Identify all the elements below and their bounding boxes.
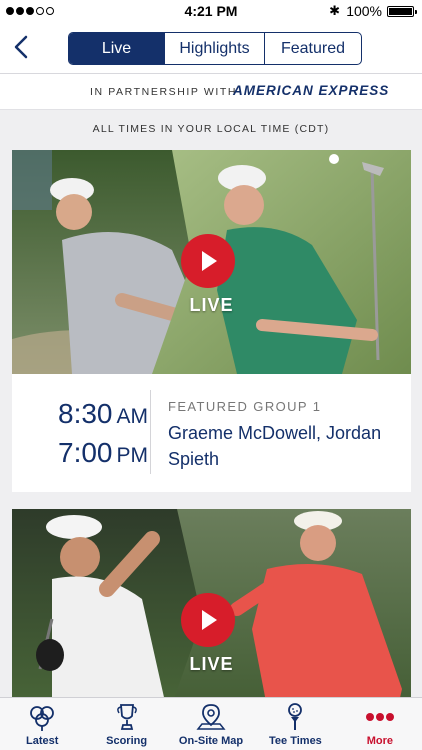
live-label: LIVE [189, 654, 234, 674]
time-alt: 7:00 PM [58, 437, 148, 468]
time-local: 8:30 AM [58, 398, 148, 429]
featured-group-card[interactable]: LIVE 8:30 AM 7:00 PM FEATURED GROUP 1 Grae… [12, 150, 411, 492]
play-button[interactable] [181, 593, 235, 647]
partnership-banner: IN PARTNERSHIP WITH AMERICAN EXPRESS [0, 74, 422, 110]
tab-latest[interactable]: Latest [0, 698, 84, 750]
video-thumbnail[interactable]: LIVE [12, 509, 411, 699]
group-players: Graeme McDowell, Jordan Spieth [168, 423, 382, 469]
tab-label: More [366, 735, 393, 747]
tab-scoring[interactable]: Scoring [84, 698, 168, 750]
tee-times: 8:30 AM 7:00 PM [12, 396, 148, 474]
timezone-note: ALL TIMES IN YOUR LOCAL TIME (CDT) [92, 123, 330, 135]
video-thumbnail[interactable]: LIVE [12, 150, 411, 374]
tab-tee-times[interactable]: Tee Times [253, 698, 337, 750]
tab-more[interactable]: More [338, 698, 422, 750]
golf-tee-icon [288, 703, 303, 730]
group-info: 8:30 AM 7:00 PM FEATURED GROUP 1 Graeme Mc… [12, 374, 411, 492]
featured-group-card[interactable]: LIVE [12, 509, 411, 699]
battery-percentage: 100% [346, 3, 382, 19]
tab-live[interactable]: Live [69, 33, 165, 64]
live-label: LIVE [189, 295, 234, 315]
trophy-icon [116, 704, 137, 730]
divider [150, 390, 151, 474]
tab-on-site-map[interactable]: On-Site Map [169, 698, 253, 750]
back-button[interactable] [10, 32, 36, 62]
status-bar: 4:21 PM ✱ 100% [0, 0, 422, 22]
tab-label: Latest [26, 735, 59, 747]
more-dots-icon [365, 713, 394, 721]
nav-bar: Live Highlights Featured [0, 22, 422, 74]
tab-bar: Latest Scoring On-Site Map Tee Times Mor… [0, 697, 422, 750]
map-pin-icon [196, 704, 226, 730]
bluetooth-icon: ✱ [329, 3, 340, 18]
tab-featured[interactable]: Featured [265, 33, 361, 64]
tab-highlights[interactable]: Highlights [165, 33, 265, 64]
augusta-logo-icon [30, 706, 55, 731]
tab-label: Tee Times [269, 735, 322, 747]
play-button[interactable] [181, 234, 235, 288]
partnership-label: IN PARTNERSHIP WITH [90, 86, 238, 98]
battery-icon [387, 6, 417, 17]
tab-label: On-Site Map [178, 735, 244, 747]
chevron-left-icon [14, 35, 28, 59]
segmented-control: Live Highlights Featured [68, 32, 362, 65]
group-label: FEATURED GROUP 1 [168, 399, 322, 414]
tab-label: Scoring [106, 735, 148, 747]
sponsor-logo[interactable]: AMERICAN EXPRESS [233, 83, 389, 98]
